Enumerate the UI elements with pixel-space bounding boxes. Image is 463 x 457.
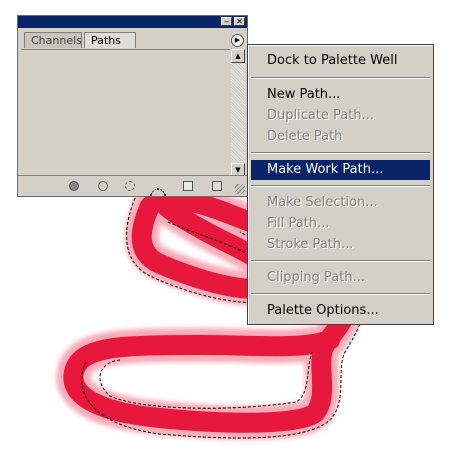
- menu-item-palette-options[interactable]: Palette Options...: [251, 301, 430, 321]
- minimize-button[interactable]: ‒: [221, 17, 232, 26]
- menu-item-dock-to-palette-well[interactable]: Dock to Palette Well: [251, 51, 430, 71]
- menu-separator: [251, 185, 430, 187]
- palette-menu-button[interactable]: ▶: [231, 34, 244, 47]
- menu-item-new-path[interactable]: New Path...: [251, 85, 430, 105]
- paths-list[interactable]: [21, 49, 230, 178]
- load-selection-icon[interactable]: [125, 181, 135, 191]
- fill-path-icon[interactable]: [69, 181, 79, 191]
- new-path-icon[interactable]: [183, 181, 193, 191]
- scrollbar[interactable]: ▲ ▼: [231, 49, 245, 177]
- trash-icon[interactable]: [212, 181, 222, 191]
- menu-item-clipping-path[interactable]: Clipping Path...: [251, 268, 430, 288]
- menu-separator: [251, 152, 430, 154]
- menu-separator: [251, 293, 430, 295]
- paths-palette: ‒ ✕ Channels Paths ▶ ▲ ▼: [17, 15, 248, 197]
- tab-channels[interactable]: Channels: [24, 32, 82, 48]
- menu-item-make-selection[interactable]: Make Selection...: [251, 193, 430, 213]
- menu-separator: [251, 260, 430, 262]
- stroke-path-icon[interactable]: [98, 181, 108, 191]
- menu-separator: [251, 77, 430, 79]
- palette-title-bar[interactable]: ‒ ✕: [18, 16, 247, 28]
- make-work-path-icon[interactable]: [150, 181, 166, 196]
- menu-item-duplicate-path[interactable]: Duplicate Path...: [251, 106, 430, 126]
- menu-item-delete-path[interactable]: Delete Path: [251, 127, 430, 147]
- tab-paths[interactable]: Paths: [84, 32, 136, 48]
- resize-grip[interactable]: [235, 184, 245, 194]
- menu-item-stroke-path[interactable]: Stroke Path...: [251, 235, 430, 255]
- palette-bottom-bar: [18, 175, 247, 196]
- close-button[interactable]: ✕: [234, 17, 245, 26]
- menu-item-fill-path[interactable]: Fill Path...: [251, 214, 430, 234]
- palette-flyout-menu: Dock to Palette Well New Path... Duplica…: [247, 44, 434, 325]
- scroll-up-button[interactable]: ▲: [231, 49, 245, 63]
- menu-item-make-work-path[interactable]: Make Work Path...: [251, 160, 430, 180]
